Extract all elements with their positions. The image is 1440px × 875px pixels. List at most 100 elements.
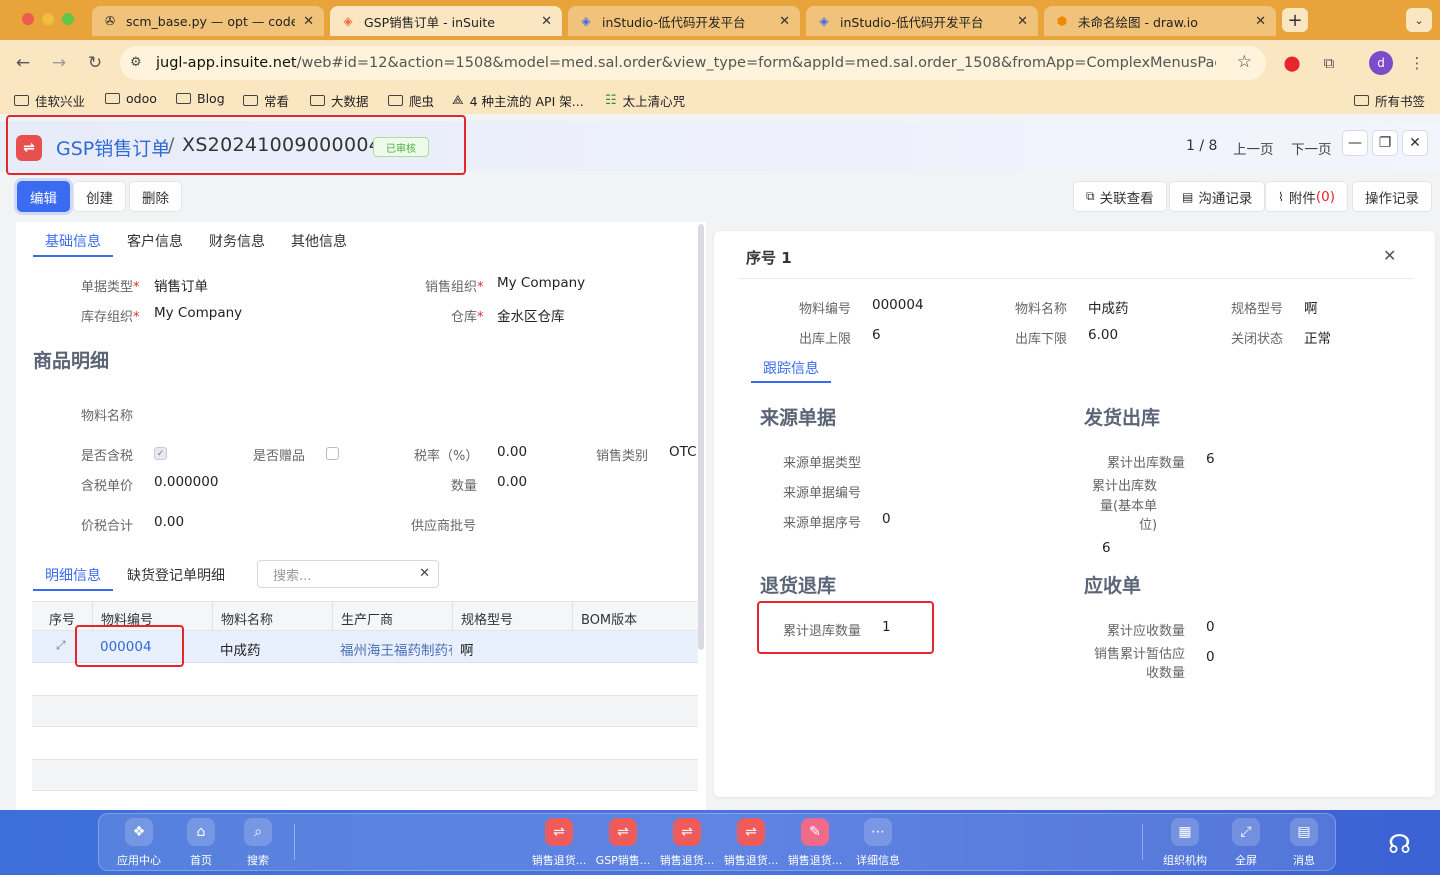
delete-button[interactable]: 删除 (129, 181, 182, 212)
dock-messages[interactable]: ▤ 消息 (1273, 818, 1335, 868)
extensions-puzzle-icon[interactable]: ⧉ (1318, 52, 1340, 74)
browser-tab[interactable]: ⬢ 未命名绘图 - draw.io ✕ (1044, 6, 1276, 36)
window-zoom-dot[interactable] (62, 13, 74, 25)
column-header[interactable]: 物料名称 (221, 609, 273, 628)
bookmark-folder[interactable]: odoo (105, 91, 157, 106)
close-icon[interactable]: ✕ (1255, 14, 1266, 29)
url-text: jugl-app.insuite.net/web#id=12&action=15… (156, 55, 1216, 71)
browser-menu-icon[interactable]: ⋮ (1406, 52, 1428, 74)
close-icon[interactable]: ✕ (541, 14, 552, 29)
tab-finance-info[interactable]: 财务信息 (209, 231, 265, 251)
doc-type-label: 单据类型* (81, 280, 140, 295)
supplier-batch-label: 供应商批号 (411, 519, 477, 534)
dock-window[interactable]: ⇌ 销售退货... (720, 818, 782, 868)
close-icon[interactable]: ✕ (779, 14, 790, 29)
dock-home[interactable]: ⌂ 首页 (170, 818, 232, 868)
goods-section-title: 商品明细 (33, 350, 110, 372)
profile-avatar[interactable]: d (1369, 51, 1393, 75)
tax-rate-value: 0.00 (497, 444, 528, 460)
close-icon[interactable]: ✕ (1383, 246, 1396, 265)
bookmark-folder[interactable]: 佳软兴业 (14, 91, 85, 110)
restore-icon[interactable]: ❐ (1372, 130, 1398, 156)
history-button[interactable]: 操作记录 (1352, 181, 1432, 212)
close-icon[interactable]: ✕ (1402, 130, 1428, 156)
url-bar[interactable]: ⚙ jugl-app.insuite.net/web#id=12&action=… (120, 46, 1266, 80)
attachments-button[interactable]: ⌇ 附件 (0) (1265, 181, 1348, 212)
dock-search[interactable]: ⌕ 搜索 (227, 818, 289, 868)
fullscreen-icon: ⤢ (1232, 818, 1260, 846)
bookmark-folder[interactable]: 大数据 (310, 91, 369, 110)
out-qty-base-label: 量(基本单 (1100, 499, 1158, 514)
related-view-button[interactable]: ⧉ 关联查看 (1073, 181, 1167, 212)
material-name-label: 物料名称 (81, 409, 134, 424)
detail-material-code-label: 物料编号 (799, 302, 852, 317)
gift-checkbox[interactable] (326, 447, 339, 460)
tab-other-info[interactable]: 其他信息 (291, 231, 347, 251)
prev-page-button[interactable]: 上一页 (1233, 138, 1274, 158)
bookmark-folder[interactable]: 爬虫 (388, 91, 434, 110)
dock-window[interactable]: ✎ 销售退货... (784, 818, 846, 868)
browser-tab[interactable]: ✇ scm_base.py — opt — code-s ✕ (92, 6, 324, 36)
tax-included-checkbox[interactable]: ✓ (154, 447, 167, 460)
form-scrollbar[interactable] (698, 224, 704, 650)
all-bookmarks[interactable]: 所有书签 (1354, 91, 1425, 110)
column-header[interactable]: 生产厂商 (341, 609, 393, 628)
tab-tracking-info[interactable]: 跟踪信息 (763, 358, 819, 378)
bookmark-link[interactable]: ☷ 太上清心咒 (605, 91, 685, 110)
create-button[interactable]: 创建 (73, 181, 126, 212)
forward-icon[interactable]: → (48, 52, 70, 74)
dock-window[interactable]: ⇌ GSP销售... (592, 818, 654, 868)
expand-row-icon[interactable]: ⤢ (56, 638, 66, 653)
column-header[interactable]: 序号 (49, 609, 75, 628)
support-headset-icon[interactable]: ☊ (1388, 830, 1411, 860)
receivable-section-title: 应收单 (1084, 575, 1142, 597)
tab-basic-info[interactable]: 基础信息 (45, 231, 101, 251)
dock-fullscreen[interactable]: ⤢ 全屏 (1215, 818, 1277, 868)
window-minimize-dot[interactable] (42, 13, 54, 25)
sales-category-value: OTC (669, 444, 697, 460)
sales-org-value: My Company (497, 275, 586, 291)
edit-button[interactable]: 编辑 (17, 181, 70, 212)
close-icon[interactable]: ✕ (303, 14, 314, 29)
back-icon[interactable]: ← (12, 52, 34, 74)
dock-org[interactable]: ▦ 组织机构 (1154, 818, 1216, 868)
document-icon: ✎ (801, 818, 829, 846)
highlight-box (6, 115, 466, 175)
bookmark-star-icon[interactable]: ☆ (1237, 52, 1252, 72)
out-qty-label: 累计出库数量 (1107, 456, 1186, 471)
close-icon[interactable]: ✕ (1017, 14, 1028, 29)
dock-window[interactable]: ⇌ 销售退货... (656, 818, 718, 868)
column-header[interactable]: 规格型号 (461, 609, 513, 628)
dock-app-center[interactable]: ❖ 应用中心 (108, 818, 170, 868)
bookmark-folder[interactable]: Blog (176, 91, 225, 106)
out-qty-value: 6 (1206, 451, 1215, 467)
next-page-button[interactable]: 下一页 (1291, 138, 1332, 158)
lines-search-input[interactable]: 搜索... ✕ (257, 560, 439, 588)
browser-tab-bar: ✇ scm_base.py — opt — code-s ✕ ◈ GSP销售订单… (0, 0, 1440, 40)
tab-line-details[interactable]: 明细信息 (45, 565, 101, 585)
source-seq-label: 来源单据序号 (783, 516, 862, 531)
tab-shortage-lines[interactable]: 缺货登记单明细 (127, 565, 225, 585)
highlight-box (757, 601, 934, 654)
detail-material-code: 000004 (872, 297, 924, 313)
messages-button[interactable]: ▤ 沟通记录 (1169, 181, 1266, 212)
dock-window[interactable]: ⋯ 详细信息 (847, 818, 909, 868)
reload-icon[interactable]: ↻ (84, 52, 106, 74)
tab-customer-info[interactable]: 客户信息 (127, 231, 183, 251)
gift-label: 是否赠品 (253, 449, 306, 464)
bookmark-link[interactable]: ⟁ 4 种主流的 API 架... (452, 91, 584, 110)
bookmark-folder[interactable]: 常看 (243, 91, 289, 110)
window-close-dot[interactable] (22, 13, 34, 25)
dock-window[interactable]: ⇌ 销售退货... (528, 818, 590, 868)
browser-tab[interactable]: ◈ inStudio-低代码开发平台 ✕ (568, 6, 800, 36)
new-tab-button[interactable]: + (1282, 8, 1308, 32)
drawio-icon: ⬢ (1056, 14, 1068, 28)
column-header[interactable]: BOM版本 (581, 609, 637, 628)
tab-search-icon[interactable]: ⌄ (1406, 8, 1432, 32)
site-info-icon[interactable]: ⚙ (130, 55, 142, 70)
clear-icon[interactable]: ✕ (419, 566, 430, 581)
browser-tab[interactable]: ◈ inStudio-低代码开发平台 ✕ (806, 6, 1038, 36)
extension-icon[interactable]: ⬤ (1281, 52, 1303, 74)
browser-tab-active[interactable]: ◈ GSP销售订单 - inSuite ✕ (330, 6, 562, 36)
minimize-icon[interactable]: — (1342, 130, 1368, 156)
